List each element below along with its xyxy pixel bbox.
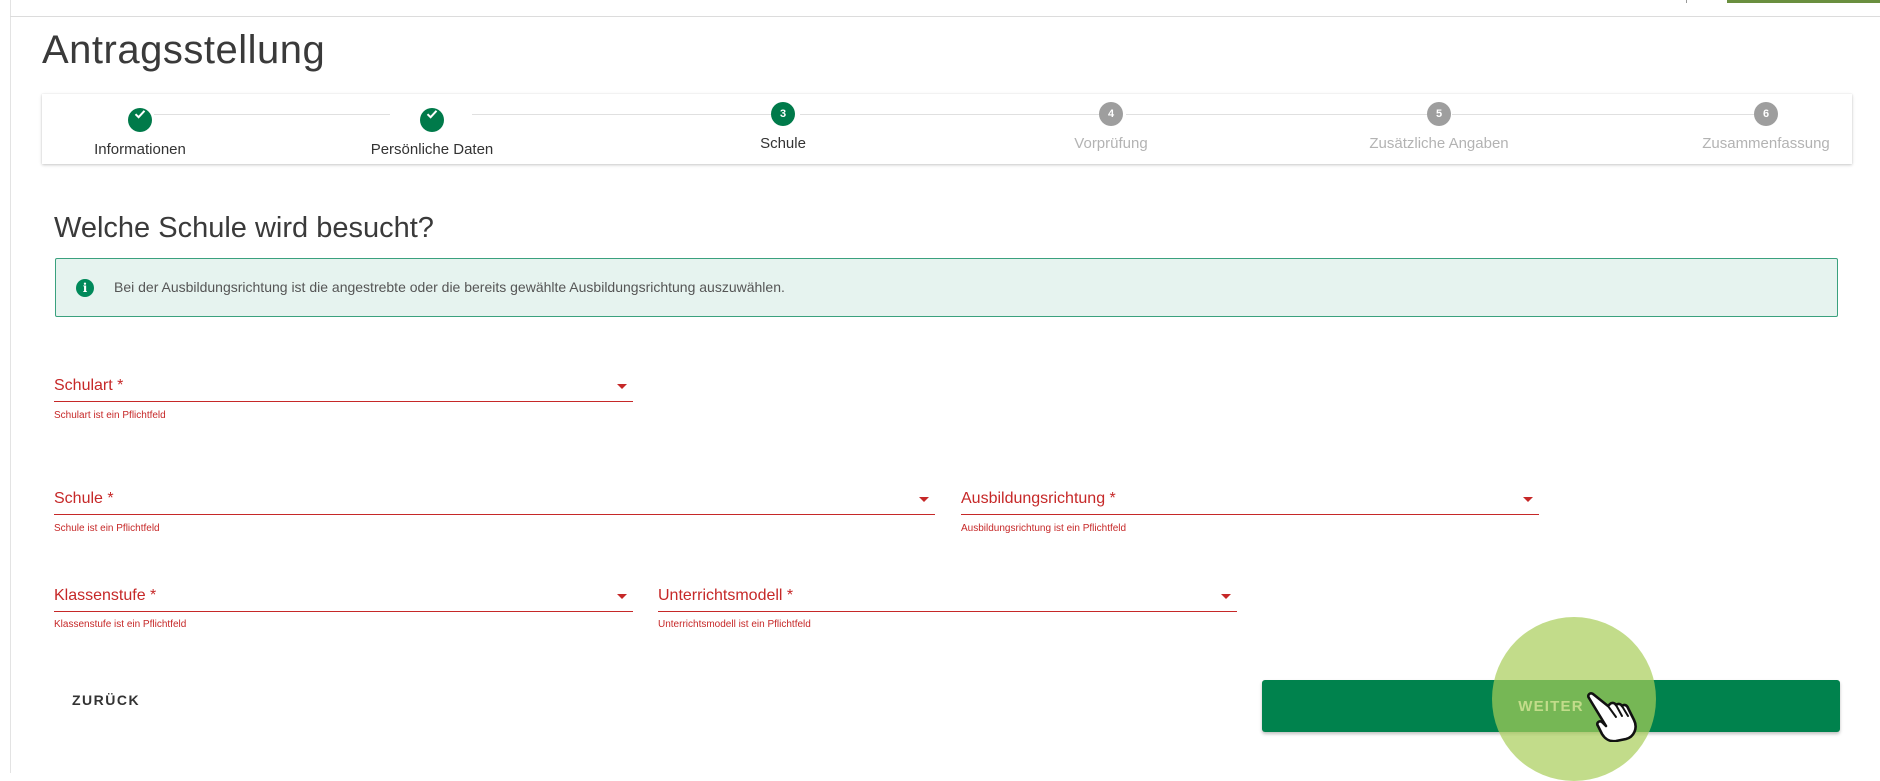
step-label: Zusammenfassung [1702,135,1830,152]
step-label: Zusätzliche Angaben [1369,135,1509,152]
step-label: Persönliche Daten [370,141,494,158]
schulart-label: Schulart * [54,377,124,394]
ausbildungsrichtung-error: Ausbildungsrichtung ist ein Pflichtfeld [961,523,1127,534]
info-icon: i [76,279,94,297]
step-number-badge: 4 [1099,102,1123,126]
dropdown-arrow-icon [1523,497,1533,502]
step-informationen[interactable]: Informationen [30,102,250,158]
step-label: Vorprüfung [1074,135,1148,152]
step-number-badge: 3 [771,102,795,126]
schulart-select[interactable]: Schulart * [54,361,633,402]
dropdown-arrow-icon [617,384,627,389]
step-persoenliche-daten[interactable]: Persönliche Daten [322,102,542,158]
step-schule[interactable]: 3 Schule [673,102,893,152]
unterrichtsmodell-select[interactable]: Unterrichtsmodell * [658,571,1237,612]
top-divider [1686,0,1687,3]
schule-error: Schule ist ein Pflichtfeld [54,523,160,534]
stepper: Informationen Persönliche Daten 3 Schule… [42,94,1852,164]
next-button[interactable]: WEITER [1262,680,1840,732]
top-green-tab [1727,0,1880,3]
top-border [10,16,1880,17]
back-button[interactable]: ZURÜCK [56,682,166,718]
dropdown-arrow-icon [617,594,627,599]
check-icon [420,108,444,132]
step-label: Informationen [94,141,186,158]
check-icon [128,108,152,132]
ausbildungsrichtung-select[interactable]: Ausbildungsrichtung * [961,474,1539,515]
dropdown-arrow-icon [1221,594,1231,599]
klassenstufe-error: Klassenstufe ist ein Pflichtfeld [54,619,187,630]
info-text: Bei der Ausbildungsrichtung ist die ange… [114,279,785,295]
ausbildungsrichtung-label: Ausbildungsrichtung * [961,490,1116,507]
step-number-badge: 5 [1427,102,1451,126]
unterrichtsmodell-label: Unterrichtsmodell * [658,587,794,604]
schulart-error: Schulart ist ein Pflichtfeld [54,410,166,421]
section-title: Welche Schule wird besucht? [54,212,434,244]
dropdown-arrow-icon [919,497,929,502]
klassenstufe-select[interactable]: Klassenstufe * [54,571,633,612]
step-zusammenfassung: 6 Zusammenfassung [1656,102,1876,152]
step-number-badge: 6 [1754,102,1778,126]
schule-select[interactable]: Schule * [54,474,935,515]
unterrichtsmodell-error: Unterrichtsmodell ist ein Pflichtfeld [658,619,811,630]
step-vorpruefung: 4 Vorprüfung [1001,102,1221,152]
step-zusaetzliche-angaben: 5 Zusätzliche Angaben [1329,102,1549,152]
info-alert: i Bei der Ausbildungsrichtung ist die an… [55,258,1838,317]
schule-label: Schule * [54,490,114,507]
klassenstufe-label: Klassenstufe * [54,587,157,604]
page-title: Antragsstellung [42,28,326,72]
step-label: Schule [760,135,806,152]
